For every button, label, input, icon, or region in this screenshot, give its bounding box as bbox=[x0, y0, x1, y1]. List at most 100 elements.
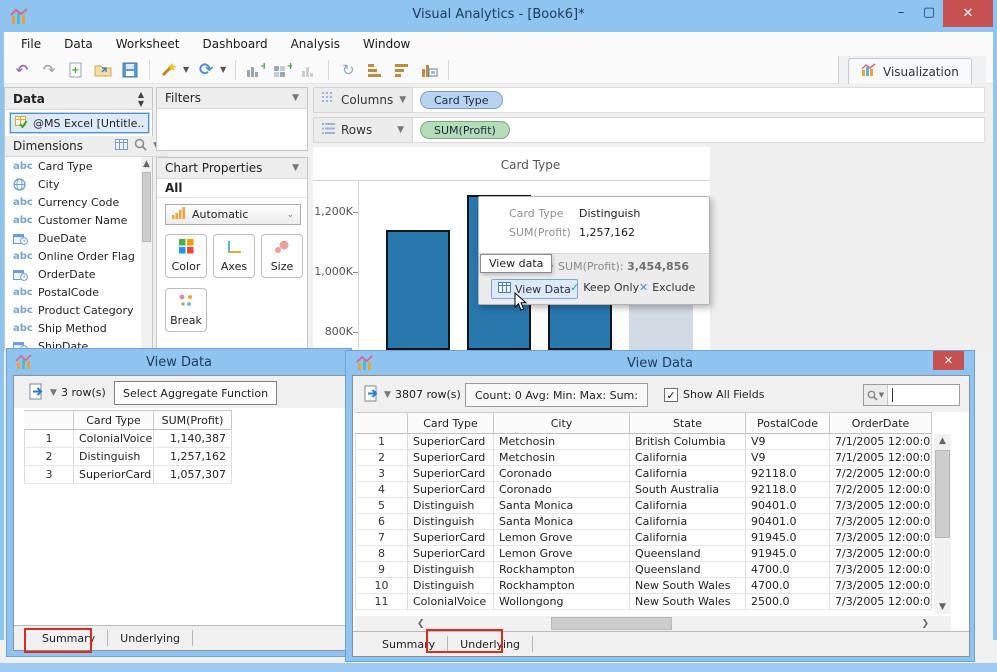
menu-window[interactable]: Window bbox=[360, 35, 413, 53]
connect-data-icon[interactable] bbox=[159, 60, 179, 80]
keep-only-button[interactable]: ✓ Keep Only bbox=[570, 281, 639, 294]
dimension-field-card-type[interactable]: abc Card Type bbox=[5, 157, 141, 175]
axes-button[interactable]: Axes bbox=[213, 234, 255, 278]
dimension-field-duedate[interactable]: DueDate bbox=[5, 229, 141, 247]
table-row[interactable]: 9 Distinguish Rockhampton Queensland 4700.0 7… bbox=[355, 562, 932, 578]
table-view-icon[interactable] bbox=[115, 139, 129, 153]
column-header[interactable]: State bbox=[630, 412, 746, 434]
scroll-left-icon[interactable]: ❮ bbox=[417, 617, 425, 631]
table-row[interactable]: 7 SuperiorCard Lemon Grove California 91945.… bbox=[355, 530, 932, 546]
scrollbar-thumb[interactable] bbox=[935, 450, 950, 538]
dimension-field-online-order-flag[interactable]: abc Online Order Flag bbox=[5, 247, 141, 265]
column-header[interactable]: PostalCode bbox=[746, 412, 830, 434]
undo-icon[interactable]: ↶ bbox=[12, 60, 32, 80]
redo-icon[interactable]: ↷ bbox=[39, 60, 59, 80]
export-icon[interactable] bbox=[28, 383, 46, 404]
mark-type-dropdown[interactable]: Automatic ⌄ bbox=[165, 204, 301, 225]
tab-underlying[interactable]: Underlying bbox=[108, 629, 192, 648]
column-header[interactable]: Card Type bbox=[408, 412, 494, 434]
refresh-dropdown-caret[interactable]: ▼ bbox=[220, 65, 226, 74]
dimension-field-customer-name[interactable]: abc Customer Name bbox=[5, 211, 141, 229]
table-row[interactable]: 6 Distinguish Santa Monica California 90401.… bbox=[355, 514, 932, 530]
dimension-field-currency-code[interactable]: abc Currency Code bbox=[5, 193, 141, 211]
new-dashboard-icon[interactable]: + bbox=[272, 60, 292, 80]
maximize-button[interactable]: ▢ bbox=[914, 2, 944, 24]
save-icon[interactable] bbox=[120, 60, 140, 80]
export-icon[interactable] bbox=[363, 385, 381, 406]
rotate-axes-icon[interactable]: ↻ bbox=[338, 60, 358, 80]
dimension-field-postalcode[interactable]: abc PostalCode bbox=[5, 283, 141, 301]
break-button[interactable]: Break bbox=[165, 288, 207, 332]
scroll-up-icon[interactable]: ▲ bbox=[141, 157, 152, 170]
search-icon[interactable]: ▼ bbox=[864, 385, 888, 405]
table-row[interactable]: 2 SuperiorCard Metchosin California V9 7/1/20… bbox=[355, 450, 932, 466]
view-data-button[interactable]: View Data bbox=[491, 279, 578, 299]
data-connection[interactable]: @MS Excel [Untitle... bbox=[9, 112, 150, 134]
column-header[interactable]: OrderDate bbox=[830, 412, 932, 434]
minimize-button[interactable]: – bbox=[886, 2, 916, 24]
menu-data[interactable]: Data bbox=[61, 35, 96, 53]
table-row[interactable]: 11 ColonialVoice Wollongong New South Wales… bbox=[355, 594, 932, 610]
underlying-window-close-button[interactable]: ✕ bbox=[933, 351, 964, 370]
menu-dashboard[interactable]: Dashboard bbox=[199, 35, 270, 53]
columns-caret[interactable]: ▼ bbox=[399, 95, 406, 105]
table-row[interactable]: 3 SuperiorCard Coronado California 92118.0 7/… bbox=[355, 466, 932, 482]
rows-caret[interactable]: ▼ bbox=[397, 125, 404, 135]
table-row[interactable]: 10 Distinguish Rockhampton New South Wales 4… bbox=[355, 578, 932, 594]
chart-properties-menu-caret[interactable]: ▼ bbox=[292, 163, 299, 173]
filters-menu-caret[interactable]: ▼ bbox=[292, 93, 299, 103]
columns-shelf[interactable] bbox=[313, 87, 985, 113]
underlying-vscrollbar[interactable]: ▲ ▼ bbox=[934, 434, 951, 614]
refresh-icon[interactable]: ⟳ bbox=[196, 60, 216, 80]
scroll-down-icon[interactable]: ▼ bbox=[934, 600, 951, 614]
table-row[interactable]: 2 Distinguish 1,257,162 bbox=[24, 448, 232, 466]
table-row[interactable]: 4 SuperiorCard Coronado South Australia 9211… bbox=[355, 482, 932, 498]
dimensions-scrollbar[interactable]: ▲ bbox=[141, 157, 152, 349]
scroll-up-icon[interactable]: ▲ bbox=[934, 434, 951, 448]
show-all-fields-checkbox[interactable]: ✓ bbox=[664, 388, 678, 402]
select-aggregate-function-button[interactable]: Select Aggregate Function bbox=[114, 381, 278, 405]
dimension-field-city[interactable]: City bbox=[5, 175, 141, 193]
table-row[interactable]: 8 SuperiorCard Lemon Grove Queensland 91945.… bbox=[355, 546, 932, 562]
table-row[interactable]: 3 SuperiorCard 1,057,307 bbox=[24, 466, 232, 484]
table-row[interactable]: 5 Distinguish Santa Monica California 90401.… bbox=[355, 498, 932, 514]
new-workbook-icon[interactable]: + bbox=[66, 60, 86, 80]
close-button[interactable]: ✕ bbox=[943, 0, 993, 27]
scrollbar-thumb[interactable] bbox=[142, 172, 151, 242]
connect-dropdown-caret[interactable]: ▼ bbox=[183, 65, 189, 74]
dimension-field-product-category[interactable]: abc Product Category bbox=[5, 301, 141, 319]
rows-pills: SUM(Profit) bbox=[420, 121, 510, 139]
size-button[interactable]: Size bbox=[261, 234, 303, 278]
visualization-tab[interactable]: Visualization bbox=[848, 58, 972, 84]
new-visualization-icon[interactable]: + bbox=[245, 60, 265, 80]
menu-worksheet[interactable]: Worksheet bbox=[113, 35, 183, 53]
label-marks-icon[interactable] bbox=[419, 60, 439, 80]
columns-pill[interactable]: Card Type bbox=[420, 91, 503, 109]
search-box[interactable]: ▼ bbox=[863, 384, 960, 406]
column-header[interactable]: City bbox=[494, 412, 630, 434]
column-header[interactable]: SUM(Profit) bbox=[154, 410, 232, 430]
rows-pill[interactable]: SUM(Profit) bbox=[420, 121, 510, 139]
table-row[interactable]: 1 SuperiorCard Metchosin British Columbia V9… bbox=[355, 434, 932, 450]
rows-shelf[interactable] bbox=[313, 117, 985, 143]
dimension-field-orderdate[interactable]: OrderDate bbox=[5, 265, 141, 283]
export-caret[interactable]: ▼ bbox=[384, 390, 391, 400]
scroll-right-icon[interactable]: ❯ bbox=[921, 617, 929, 631]
color-button[interactable]: Color bbox=[165, 234, 207, 278]
exclude-button[interactable]: ✕ Exclude bbox=[639, 281, 695, 294]
menu-file[interactable]: File bbox=[18, 35, 44, 53]
sort-fields-icon[interactable]: ▲ ▼ bbox=[138, 90, 144, 108]
search-fields-icon[interactable] bbox=[134, 138, 147, 154]
column-header[interactable] bbox=[24, 410, 74, 430]
open-icon[interactable] bbox=[93, 60, 113, 80]
column-header[interactable]: Card Type bbox=[74, 410, 154, 430]
column-header[interactable] bbox=[355, 412, 408, 434]
scrollbar-thumb[interactable] bbox=[551, 617, 672, 630]
dimension-field-ship-method[interactable]: abc Ship Method bbox=[5, 319, 141, 337]
chart-bar-ColonialVoice[interactable] bbox=[386, 229, 450, 350]
sort-ascending-icon[interactable] bbox=[365, 60, 385, 80]
menu-analysis[interactable]: Analysis bbox=[288, 35, 343, 53]
table-row[interactable]: 1 ColonialVoice 1,140,387 bbox=[24, 430, 232, 448]
sort-descending-icon[interactable] bbox=[392, 60, 412, 80]
export-caret[interactable]: ▼ bbox=[50, 388, 57, 398]
